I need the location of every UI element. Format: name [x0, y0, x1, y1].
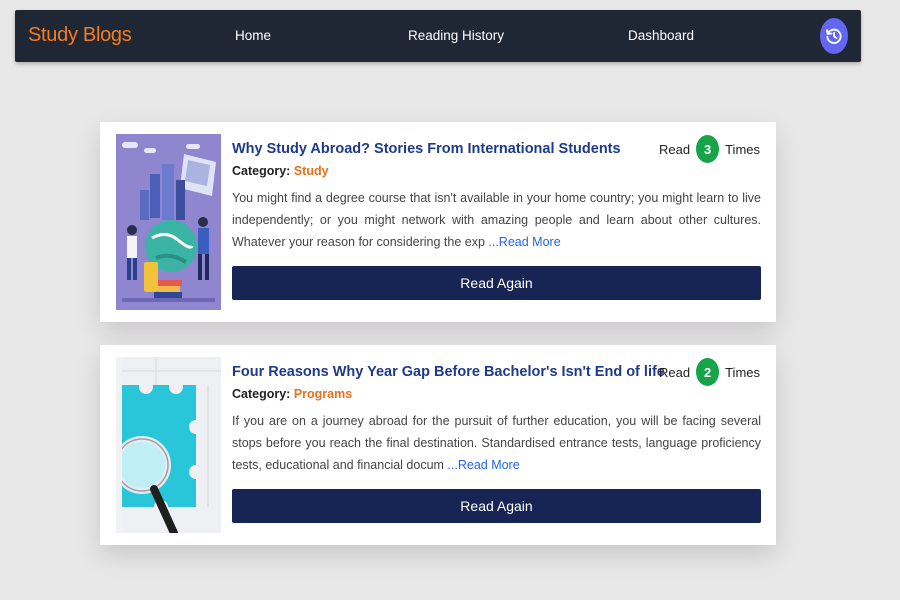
nav-dashboard[interactable]: Dashboard — [628, 28, 694, 43]
blog-excerpt: You might find a degree course that isn'… — [232, 187, 761, 253]
nav-reading-history[interactable]: Reading History — [408, 28, 504, 43]
history-button[interactable] — [820, 18, 848, 54]
blog-thumbnail-year-gap[interactable] — [116, 357, 221, 533]
blog-excerpt: If you are on a journey abroad for the p… — [232, 410, 761, 476]
read-again-button[interactable]: Read Again — [232, 266, 761, 300]
blog-title[interactable]: Four Reasons Why Year Gap Before Bachelo… — [232, 364, 665, 380]
category-label: Category: — [232, 387, 291, 401]
read-count-prefix: Read — [659, 141, 691, 157]
read-count: Read 3 Times — [659, 135, 760, 163]
read-count-badge: 2 — [696, 358, 720, 386]
blog-card: Why Study Abroad? Stories From Internati… — [100, 122, 776, 322]
read-count-prefix: Read — [659, 364, 691, 380]
category-label: Category: — [232, 164, 291, 178]
read-count-suffix: Times — [725, 364, 760, 380]
category-value: Programs — [293, 387, 353, 401]
read-count-badge: 3 — [696, 135, 720, 163]
category-value: Study — [293, 164, 329, 178]
read-count: Read 2 Times — [659, 358, 760, 386]
navbar: Study Blogs Home Reading History Dashboa… — [15, 10, 861, 62]
blog-card: Four Reasons Why Year Gap Before Bachelo… — [100, 345, 776, 545]
brand-logo[interactable]: Study Blogs — [28, 24, 132, 47]
blog-title[interactable]: Why Study Abroad? Stories From Internati… — [232, 141, 621, 157]
read-more-link[interactable]: ...Read More — [447, 458, 519, 472]
nav-home[interactable]: Home — [235, 28, 271, 43]
read-count-suffix: Times — [725, 141, 760, 157]
history-icon — [826, 28, 842, 44]
blog-thumbnail-study-abroad[interactable] — [116, 134, 221, 310]
blog-category: Category: Study — [232, 164, 329, 178]
read-again-button[interactable]: Read Again — [232, 489, 761, 523]
blog-category: Category: Programs — [232, 387, 352, 401]
read-more-link[interactable]: ...Read More — [488, 235, 560, 249]
